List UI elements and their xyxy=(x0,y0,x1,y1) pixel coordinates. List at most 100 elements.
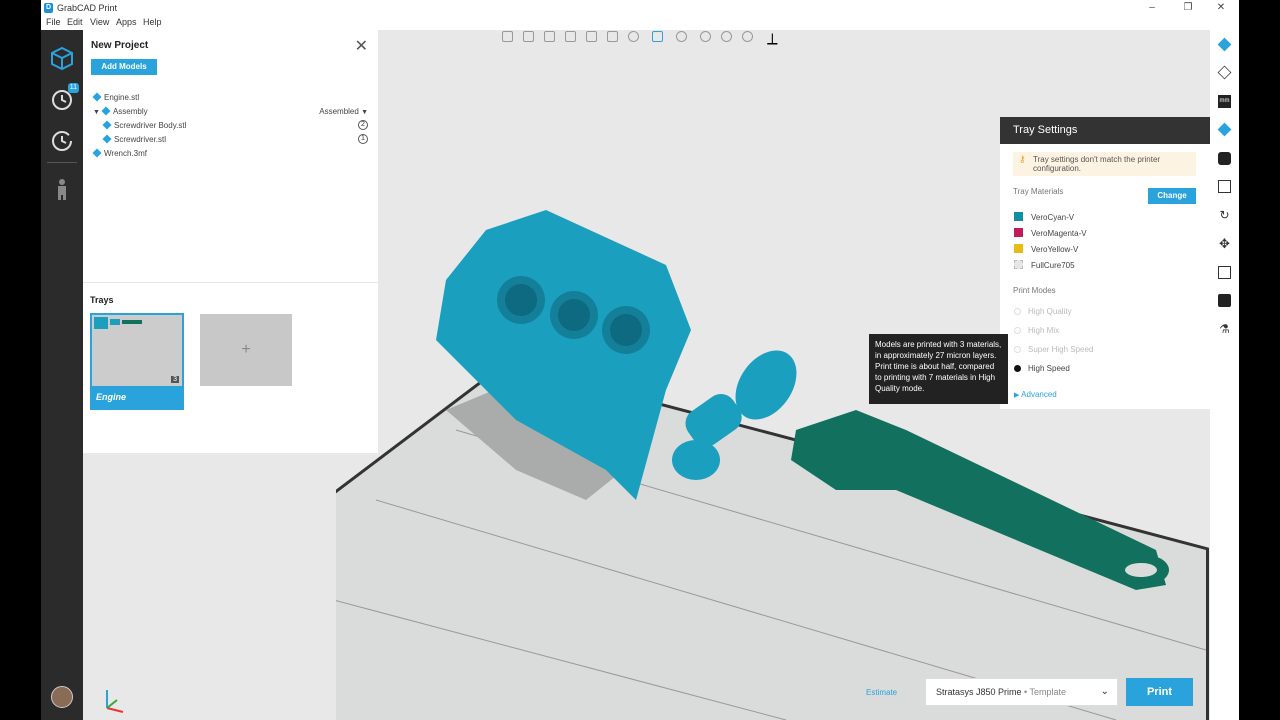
panel-divider xyxy=(83,282,378,283)
queue-badge: 11 xyxy=(67,83,79,93)
view-back-icon[interactable] xyxy=(523,31,534,42)
zoom-out-icon[interactable] xyxy=(742,31,753,42)
model-cube-icon xyxy=(92,92,102,102)
view-front-icon[interactable] xyxy=(502,31,513,42)
tree-item-screwdriver[interactable]: Screwdriver.stl 1 xyxy=(102,134,378,146)
view-iso-icon[interactable] xyxy=(628,31,639,42)
key-icon: ⚷ xyxy=(1019,154,1026,164)
instance-count: 2 xyxy=(358,120,368,130)
settings-warning: ⚷ Tray settings don't match the printer … xyxy=(1013,152,1196,176)
model-cube-icon xyxy=(102,120,112,130)
advanced-toggle[interactable]: ▶ Advanced xyxy=(1014,390,1057,400)
tray-card-engine[interactable]: 3 Engine xyxy=(90,313,184,410)
tray-name: Engine xyxy=(92,386,182,408)
move-icon[interactable]: ✥ xyxy=(1218,237,1231,250)
material-swatch xyxy=(1014,260,1023,269)
user-avatar[interactable] xyxy=(51,686,73,708)
chevron-down-icon: ⌄ xyxy=(1100,686,1109,697)
tree-item-assembly[interactable]: ▼ Assembly Assembled ▼ xyxy=(93,106,368,118)
menu-edit[interactable]: Edit xyxy=(67,17,83,27)
zoom-in-icon[interactable] xyxy=(700,31,711,42)
print-button[interactable]: Print xyxy=(1126,678,1193,706)
project-panel: New Project ✕ Add Models Engine.stl ▼ Ass… xyxy=(83,30,378,453)
close-window-button[interactable]: ✕ xyxy=(1215,2,1227,14)
tree-item-screwdriver-body[interactable]: Screwdriver Body.stl 2 xyxy=(102,120,378,132)
mode-high-mix[interactable]: High Mix xyxy=(1014,326,1059,336)
menu-view[interactable]: View xyxy=(90,17,109,27)
radio-icon xyxy=(1014,327,1021,334)
tree-item-wrench[interactable]: Wrench.3mf xyxy=(92,148,147,160)
tree-item-engine[interactable]: Engine.stl xyxy=(92,92,139,104)
minimize-button[interactable]: – xyxy=(1146,2,1158,14)
rail-printers-button[interactable] xyxy=(49,176,75,202)
model-cube-icon xyxy=(92,148,102,158)
person-icon xyxy=(58,179,66,200)
view-perspective-icon[interactable] xyxy=(652,31,663,42)
measure-icon[interactable]: ⟂ xyxy=(767,31,778,48)
units-mm-icon[interactable]: mm xyxy=(1218,95,1231,108)
material-item: VeroCyan-V xyxy=(1014,212,1074,222)
add-tray-button[interactable]: + xyxy=(200,314,292,386)
model-check-icon[interactable] xyxy=(1217,65,1232,80)
rail-project-button[interactable] xyxy=(49,45,75,71)
print-modes-label: Print Modes xyxy=(1013,286,1056,295)
model-cube-icon xyxy=(102,134,112,144)
radio-icon xyxy=(1014,308,1021,315)
window-title: GrabCAD Print xyxy=(57,3,118,13)
tray-settings-icon[interactable] xyxy=(1217,122,1232,137)
assembly-cube-icon xyxy=(101,106,111,116)
close-panel-icon[interactable]: ✕ xyxy=(355,36,368,56)
tray-settings-title: Tray Settings xyxy=(1000,117,1210,144)
zoom-fit-icon[interactable] xyxy=(721,31,732,42)
material-item: FullCure705 xyxy=(1014,260,1075,270)
material-swatch xyxy=(1014,212,1023,221)
menu-help[interactable]: Help xyxy=(143,17,162,27)
radio-icon xyxy=(1014,346,1021,353)
view-top-icon[interactable] xyxy=(586,31,597,42)
app-logo-icon: D xyxy=(44,3,53,13)
material-swatch xyxy=(1014,228,1023,237)
radio-selected-icon xyxy=(1014,365,1021,372)
estimate-link[interactable]: Estimate xyxy=(866,688,897,697)
view-bottom-icon[interactable] xyxy=(607,31,618,42)
materials-icon[interactable] xyxy=(1218,152,1231,165)
view-right-icon[interactable] xyxy=(565,31,576,42)
material-item: VeroYellow-V xyxy=(1014,244,1078,254)
color-icon[interactable] xyxy=(1218,294,1231,307)
model-settings-icon[interactable] xyxy=(1217,37,1232,52)
mode-high-speed[interactable]: High Speed xyxy=(1014,364,1070,374)
mode-tooltip: Models are printed with 3 materials, in … xyxy=(869,334,1008,404)
dropdown-caret-icon: ▼ xyxy=(361,109,368,116)
arrange-icon[interactable] xyxy=(1218,180,1231,193)
instance-count: 1 xyxy=(358,134,368,144)
flask-icon[interactable]: ⚗ xyxy=(1218,323,1231,336)
tray-thumbnail xyxy=(94,317,142,329)
printer-select[interactable]: Stratasys J850 Prime • Template ⌄ xyxy=(925,678,1118,706)
expand-caret-icon[interactable]: ▼ xyxy=(93,109,100,116)
scale-icon[interactable] xyxy=(1218,266,1231,279)
add-models-button[interactable]: Add Models xyxy=(91,59,157,75)
change-materials-button[interactable]: Change xyxy=(1148,188,1196,204)
menu-file[interactable]: File xyxy=(46,17,61,27)
menu-apps[interactable]: Apps xyxy=(116,17,137,27)
materials-label: Tray Materials xyxy=(1013,187,1064,196)
assembly-mode-dropdown[interactable]: Assembled ▼ xyxy=(319,106,368,119)
view-left-icon[interactable] xyxy=(544,31,555,42)
left-rail: 11 xyxy=(41,30,83,720)
tray-settings-panel: Tray Settings ⚷ Tray settings don't matc… xyxy=(1000,117,1210,409)
rail-history-button[interactable] xyxy=(49,128,75,154)
trays-heading: Trays xyxy=(90,295,114,305)
restore-button[interactable]: ❐ xyxy=(1182,2,1194,14)
history-icon xyxy=(52,131,72,151)
mode-high-quality[interactable]: High Quality xyxy=(1014,307,1072,317)
title-bar: D GrabCAD Print – ❐ ✕ xyxy=(41,0,1239,16)
material-item: VeroMagenta-V xyxy=(1014,228,1087,238)
app-window: D GrabCAD Print – ❐ ✕ File Edit View App… xyxy=(41,0,1239,720)
view-sphere-icon[interactable] xyxy=(676,31,687,42)
rail-queue-button[interactable]: 11 xyxy=(49,83,79,113)
project-title: New Project xyxy=(91,40,149,51)
mode-super-high-speed[interactable]: Super High Speed xyxy=(1014,345,1093,355)
menu-bar: File Edit View Apps Help xyxy=(41,16,1239,30)
view-toolbar: ⟂ xyxy=(499,30,784,48)
rotate-icon[interactable]: ↻ xyxy=(1218,209,1231,222)
